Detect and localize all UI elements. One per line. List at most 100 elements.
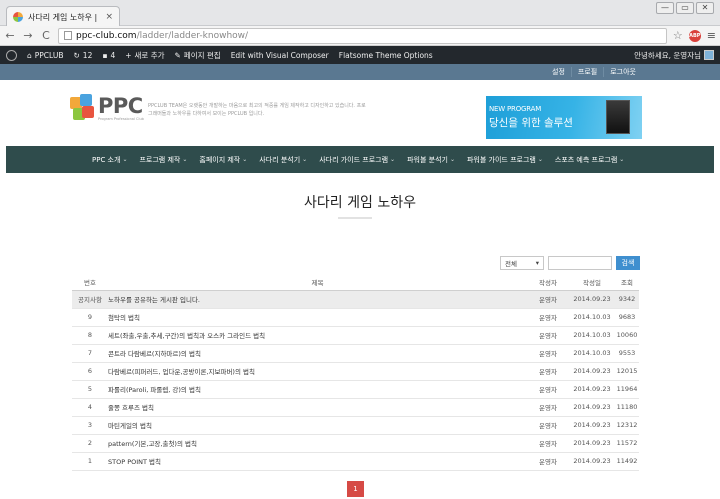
chevron-down-icon: ⌄ [619, 156, 625, 163]
browser-menu-icon[interactable]: ≡ [707, 29, 716, 42]
avatar [704, 50, 714, 60]
close-window-button[interactable]: ✕ [696, 2, 714, 14]
title-divider [338, 217, 372, 219]
nav-ppc-intro[interactable]: PPC 소개 ⌄ [86, 155, 133, 165]
home-icon: ⌂ [27, 50, 32, 60]
wp-admin-bar: ⌂ PPCLUB ↻ 12 ▪ 4 + 새로 추가 ✎ 페이지 편집 Edit with … [0, 46, 720, 64]
post-subject-link[interactable]: 노하우를 공유하는 게시판 입니다. [108, 290, 527, 309]
settings-link[interactable]: 설정 [546, 67, 571, 77]
chevron-down-icon: ⌄ [302, 156, 308, 163]
site-favicon-icon [13, 12, 23, 22]
post-table: 번호 제목 작성자 작성일 조회 공지사항 노하우를 공유하는 게시판 입니다.… [72, 274, 639, 471]
comment-icon: ▪ [102, 50, 108, 60]
col-subject: 제목 [108, 274, 527, 291]
chevron-down-icon: ⌄ [122, 156, 128, 163]
logout-link[interactable]: 로그아웃 [603, 67, 642, 77]
nav-ladder-analyzer[interactable]: 사다리 분석기 ⌄ [253, 155, 313, 165]
chevron-down-icon: ⌄ [449, 156, 455, 163]
chevron-down-icon: ⌄ [182, 156, 188, 163]
adblock-extension-icon[interactable]: ABP [688, 29, 701, 42]
maximize-button[interactable]: ▭ [676, 2, 694, 14]
post-subject-link[interactable]: 세트(좌출,우출,추세,구간)의 법칙과 오스카 그라인드 법칙 [108, 326, 527, 345]
page-icon [64, 31, 72, 40]
table-row[interactable]: 7 콘트라 다람베르(지하마르)의 법칙 운영자 2014.10.03 9553 [72, 344, 639, 363]
plus-icon: + [125, 50, 132, 60]
url-host: ppc-club.com [76, 30, 137, 41]
bookmark-star-icon[interactable]: ☆ [673, 29, 683, 42]
admin-account-link[interactable]: 안녕하세요, 운영자님 [634, 50, 714, 61]
col-views: 조회 [615, 274, 639, 291]
post-subject-link[interactable]: 첨탁의 법칙 [108, 308, 527, 327]
table-row[interactable]: 5 파롤리(Paroli, 파롤렙, 강)의 법칙 운영자 2014.09.23… [72, 380, 639, 399]
browser-toolbar: ← → C ppc-club.com/ladder/ladder-knowhow… [0, 26, 720, 46]
nav-program-dev[interactable]: 프로그램 제작 ⌄ [133, 155, 193, 165]
pencil-icon: ✎ [174, 50, 181, 60]
browser-tab[interactable]: 사다리 게임 노하우 | PPC × [6, 6, 120, 27]
chevron-down-icon: ⌄ [537, 156, 543, 163]
site-logo[interactable]: PPC Program Professional Club [70, 94, 144, 122]
url-path: /ladder/ladder-knowhow/ [136, 30, 249, 41]
table-row[interactable]: 8 세트(좌출,우출,추세,구간)의 법칙과 오스카 그라인드 법칙 운영자 2… [72, 326, 639, 345]
col-author: 작성자 [527, 274, 569, 291]
tab-title: 사다리 게임 노하우 | PPC [28, 12, 100, 22]
post-subject-link[interactable]: 파롤리(Paroli, 파롤렙, 강)의 법칙 [108, 380, 527, 399]
utility-bar: 설정 프로필 로그아웃 [0, 64, 720, 80]
logo-cubes-icon [70, 94, 94, 122]
table-row[interactable]: 3 마틴게일의 법칙 운영자 2014.09.23 12312 [72, 416, 639, 435]
nav-ladder-guide[interactable]: 사다리 가이드 프로그램 ⌄ [313, 155, 401, 165]
post-subject-link[interactable]: STOP POINT 법칙 [108, 452, 527, 471]
table-row[interactable]: 6 다람베르(피퍼러드, 업다운,공방이론,지보파버)의 법칙 운영자 2014… [72, 362, 639, 381]
browser-titlebar: 사다리 게임 노하우 | PPC × — ▭ ✕ [0, 0, 720, 27]
chevron-down-icon: ⌄ [390, 156, 396, 163]
col-date: 작성일 [569, 274, 615, 291]
software-box-image [606, 100, 630, 134]
admin-edit-page-link[interactable]: ✎ 페이지 편집 [175, 50, 221, 61]
table-row[interactable]: 2 pattern(기본,고장,출첫)의 법칙 운영자 2014.09.23 1… [72, 434, 639, 453]
refresh-icon: ↻ [73, 50, 80, 60]
site-tagline: PPCLUB TEAM은 오랫동안 개발하는 마음으로 최고의 적중률 게임 제… [148, 103, 366, 117]
logo-text: PPC [98, 93, 143, 118]
site-header: PPC Program Professional Club PPCLUB TEA… [0, 80, 720, 146]
nav-sports-prediction[interactable]: 스포츠 예측 프로그램 ⌄ [549, 155, 630, 165]
reload-icon[interactable]: C [40, 29, 52, 42]
table-row[interactable]: 1 STOP POINT 법칙 운영자 2014.09.23 11492 [72, 452, 639, 471]
minimize-button[interactable]: — [656, 2, 674, 14]
wp-logo-icon[interactable] [6, 49, 17, 61]
post-subject-link[interactable]: 마틴게일의 법칙 [108, 416, 527, 435]
search-input[interactable] [548, 256, 612, 270]
post-subject-link[interactable]: 줄쫑 흐루즈 법칙 [108, 398, 527, 417]
col-number: 번호 [72, 274, 108, 291]
logo-subtext: Program Professional Club [98, 116, 144, 121]
address-bar[interactable]: ppc-club.com/ladder/ladder-knowhow/ [58, 27, 667, 44]
back-icon[interactable]: ← [4, 29, 16, 42]
admin-comments-link[interactable]: ▪ 4 [102, 51, 115, 60]
nav-homepage-dev[interactable]: 홈페이지 제작 ⌄ [193, 155, 253, 165]
table-row[interactable]: 9 첨탁의 법칙 운영자 2014.10.03 9683 [72, 308, 639, 327]
forward-icon[interactable]: → [22, 29, 34, 42]
table-row[interactable]: 4 줄쫑 흐루즈 법칙 운영자 2014.09.23 11180 [72, 398, 639, 417]
admin-updates-link[interactable]: ↻ 12 [74, 51, 93, 60]
admin-flatsome-link[interactable]: Flatsome Theme Options [339, 51, 433, 60]
window-controls: — ▭ ✕ [656, 2, 714, 14]
nav-powerball-analyzer[interactable]: 파워볼 분석기 ⌄ [401, 155, 461, 165]
page-title: 사다리 게임 노하우 [304, 195, 416, 211]
post-subject-link[interactable]: pattern(기본,고장,출첫)의 법칙 [108, 434, 527, 453]
table-header-row: 번호 제목 작성자 작성일 조회 [72, 274, 639, 291]
admin-new-link[interactable]: + 새로 추가 [125, 50, 164, 61]
main-navigation: PPC 소개 ⌄ 프로그램 제작 ⌄ 홈페이지 제작 ⌄ 사다리 분석기 ⌄ 사다리 가… [6, 146, 714, 173]
header-banner[interactable]: NEW PROGRAM 당신을 위한 솔루션 [486, 96, 642, 139]
tab-close-icon[interactable]: × [105, 12, 113, 22]
dropdown-arrow-icon: ▾ [535, 259, 539, 267]
notice-row[interactable]: 공지사항 노하우를 공유하는 게시판 입니다. 운영자 2014.09.23 9… [72, 290, 639, 309]
search-button[interactable]: 검색 [616, 256, 640, 270]
chevron-down-icon: ⌄ [242, 156, 248, 163]
search-scope-select[interactable]: 전체 ▾ [500, 256, 544, 270]
post-subject-link[interactable]: 다람베르(피퍼러드, 업다운,공방이론,지보파버)의 법칙 [108, 362, 527, 381]
nav-powerball-guide[interactable]: 파워볼 가이드 프로그램 ⌄ [461, 155, 549, 165]
pagination-current-page[interactable]: 1 [347, 481, 364, 497]
board-search: 전체 ▾ 검색 [500, 256, 640, 270]
admin-site-link[interactable]: ⌂ PPCLUB [27, 51, 64, 60]
profile-link[interactable]: 프로필 [570, 67, 603, 77]
admin-composer-link[interactable]: Edit with Visual Composer [231, 51, 329, 60]
post-subject-link[interactable]: 콘트라 다람베르(지하마르)의 법칙 [108, 344, 527, 363]
